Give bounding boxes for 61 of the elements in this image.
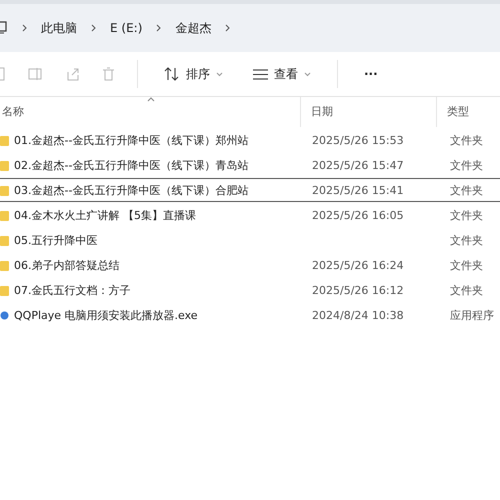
file-name: 05.五行升降中医 — [0, 232, 300, 248]
share-icon[interactable] — [66, 67, 80, 81]
file-type: 应用程序 — [449, 308, 495, 322]
chevron-icon — [91, 24, 96, 32]
file-row[interactable]: 03.金超杰--金氏五行升降中医（线下课）合肥站 2025/5/26 15:41 文件夹 — [0, 178, 500, 202]
folder-icon — [0, 210, 9, 220]
file-date: 2024/8/24 10:38 — [311, 308, 405, 322]
file-date: 2025/5/26 15:53 — [311, 134, 405, 146]
file-name: QQPlaye 电脑用须安装此播放器.exe — [0, 308, 300, 322]
file-date: 2025/5/26 16:12 — [311, 284, 405, 296]
file-row[interactable]: 06.弟子内部答疑总结 2025/5/26 16:24 文件夹 — [0, 253, 500, 277]
sort-button[interactable]: 排序 — [160, 64, 227, 84]
folder-icon — [0, 160, 9, 170]
caret-icon — [216, 72, 223, 76]
chevron-icon — [225, 24, 230, 32]
caret-icon — [304, 72, 311, 76]
monitor-icon — [0, 21, 8, 35]
view-button[interactable]: 查看 — [249, 64, 315, 84]
file-row[interactable]: 04.金木水火土疒讲解 【5集】直播课 2025/5/26 16:05 文件夹 — [0, 203, 500, 227]
file-name: 03.金超杰--金氏五行升降中医（线下课）合肥站 — [0, 182, 300, 198]
file-name: 07.金氏五行文档：方子 — [0, 282, 300, 298]
file-date: 2025/5/26 16:24 — [311, 258, 405, 272]
column-header[interactable]: 日期 — [300, 97, 436, 127]
sort-caret-icon — [147, 97, 155, 102]
trash-icon[interactable] — [102, 67, 115, 81]
chevron-icon — [156, 24, 162, 32]
folder-icon — [0, 134, 9, 146]
column-header[interactable]: 名称 — [0, 97, 300, 127]
breadcrumb-item[interactable]: 此电脑 — [41, 20, 77, 36]
file-type: 文件夹 — [449, 158, 484, 172]
file-name: 06.弟子内部答疑总结 — [0, 258, 300, 272]
file-type: 文件夹 — [449, 282, 484, 298]
folder-icon — [0, 234, 9, 246]
rename-icon[interactable] — [28, 67, 44, 81]
file-type: 文件夹 — [449, 182, 484, 198]
list-icon — [253, 68, 268, 80]
file-row[interactable]: 07.金氏五行文档：方子 2025/5/26 16:12 文件夹 — [0, 278, 500, 302]
app-icon — [0, 310, 9, 320]
column-header[interactable]: 类型 — [436, 97, 500, 127]
more-button[interactable]: ··· — [360, 65, 382, 83]
file-date: 2025/5/26 15:41 — [311, 184, 405, 196]
folder-icon — [0, 284, 9, 296]
file-name: 04.金木水火土疒讲解 【5集】直播课 — [0, 208, 300, 222]
folder-icon — [0, 184, 9, 196]
file-type: 文件夹 — [449, 232, 484, 248]
file-row[interactable]: QQPlaye 电脑用须安装此播放器.exe 2024/8/24 10:38 应用程序 — [0, 303, 500, 327]
breadcrumb-item[interactable]: E (E:) — [110, 21, 142, 35]
file-date: 2025/5/26 16:05 — [311, 208, 405, 222]
sort-icon — [164, 67, 180, 81]
chevron-icon — [22, 24, 27, 32]
file-row[interactable]: 05.五行升降中医 文件夹 — [0, 228, 500, 252]
file-type: 文件夹 — [449, 132, 484, 148]
file-type: 文件夹 — [449, 258, 484, 272]
folder-icon — [0, 260, 9, 270]
file-name: 02.金超杰--金氏五行升降中医（线下课）青岛站 — [0, 158, 300, 172]
file-name: 01.金超杰--金氏五行升降中医（线下课）郑州站 — [0, 132, 300, 148]
file-row[interactable]: 01.金超杰--金氏五行升降中医（线下课）郑州站 2025/5/26 15:53 文件夹 — [0, 128, 500, 152]
file-date: 2025/5/26 15:47 — [311, 158, 405, 172]
breadcrumb-item[interactable]: 金超杰 — [175, 20, 212, 36]
file-type: 文件夹 — [449, 208, 484, 222]
file-row[interactable]: 02.金超杰--金氏五行升降中医（线下课）青岛站 2025/5/26 15:47 文件夹 — [0, 153, 500, 177]
